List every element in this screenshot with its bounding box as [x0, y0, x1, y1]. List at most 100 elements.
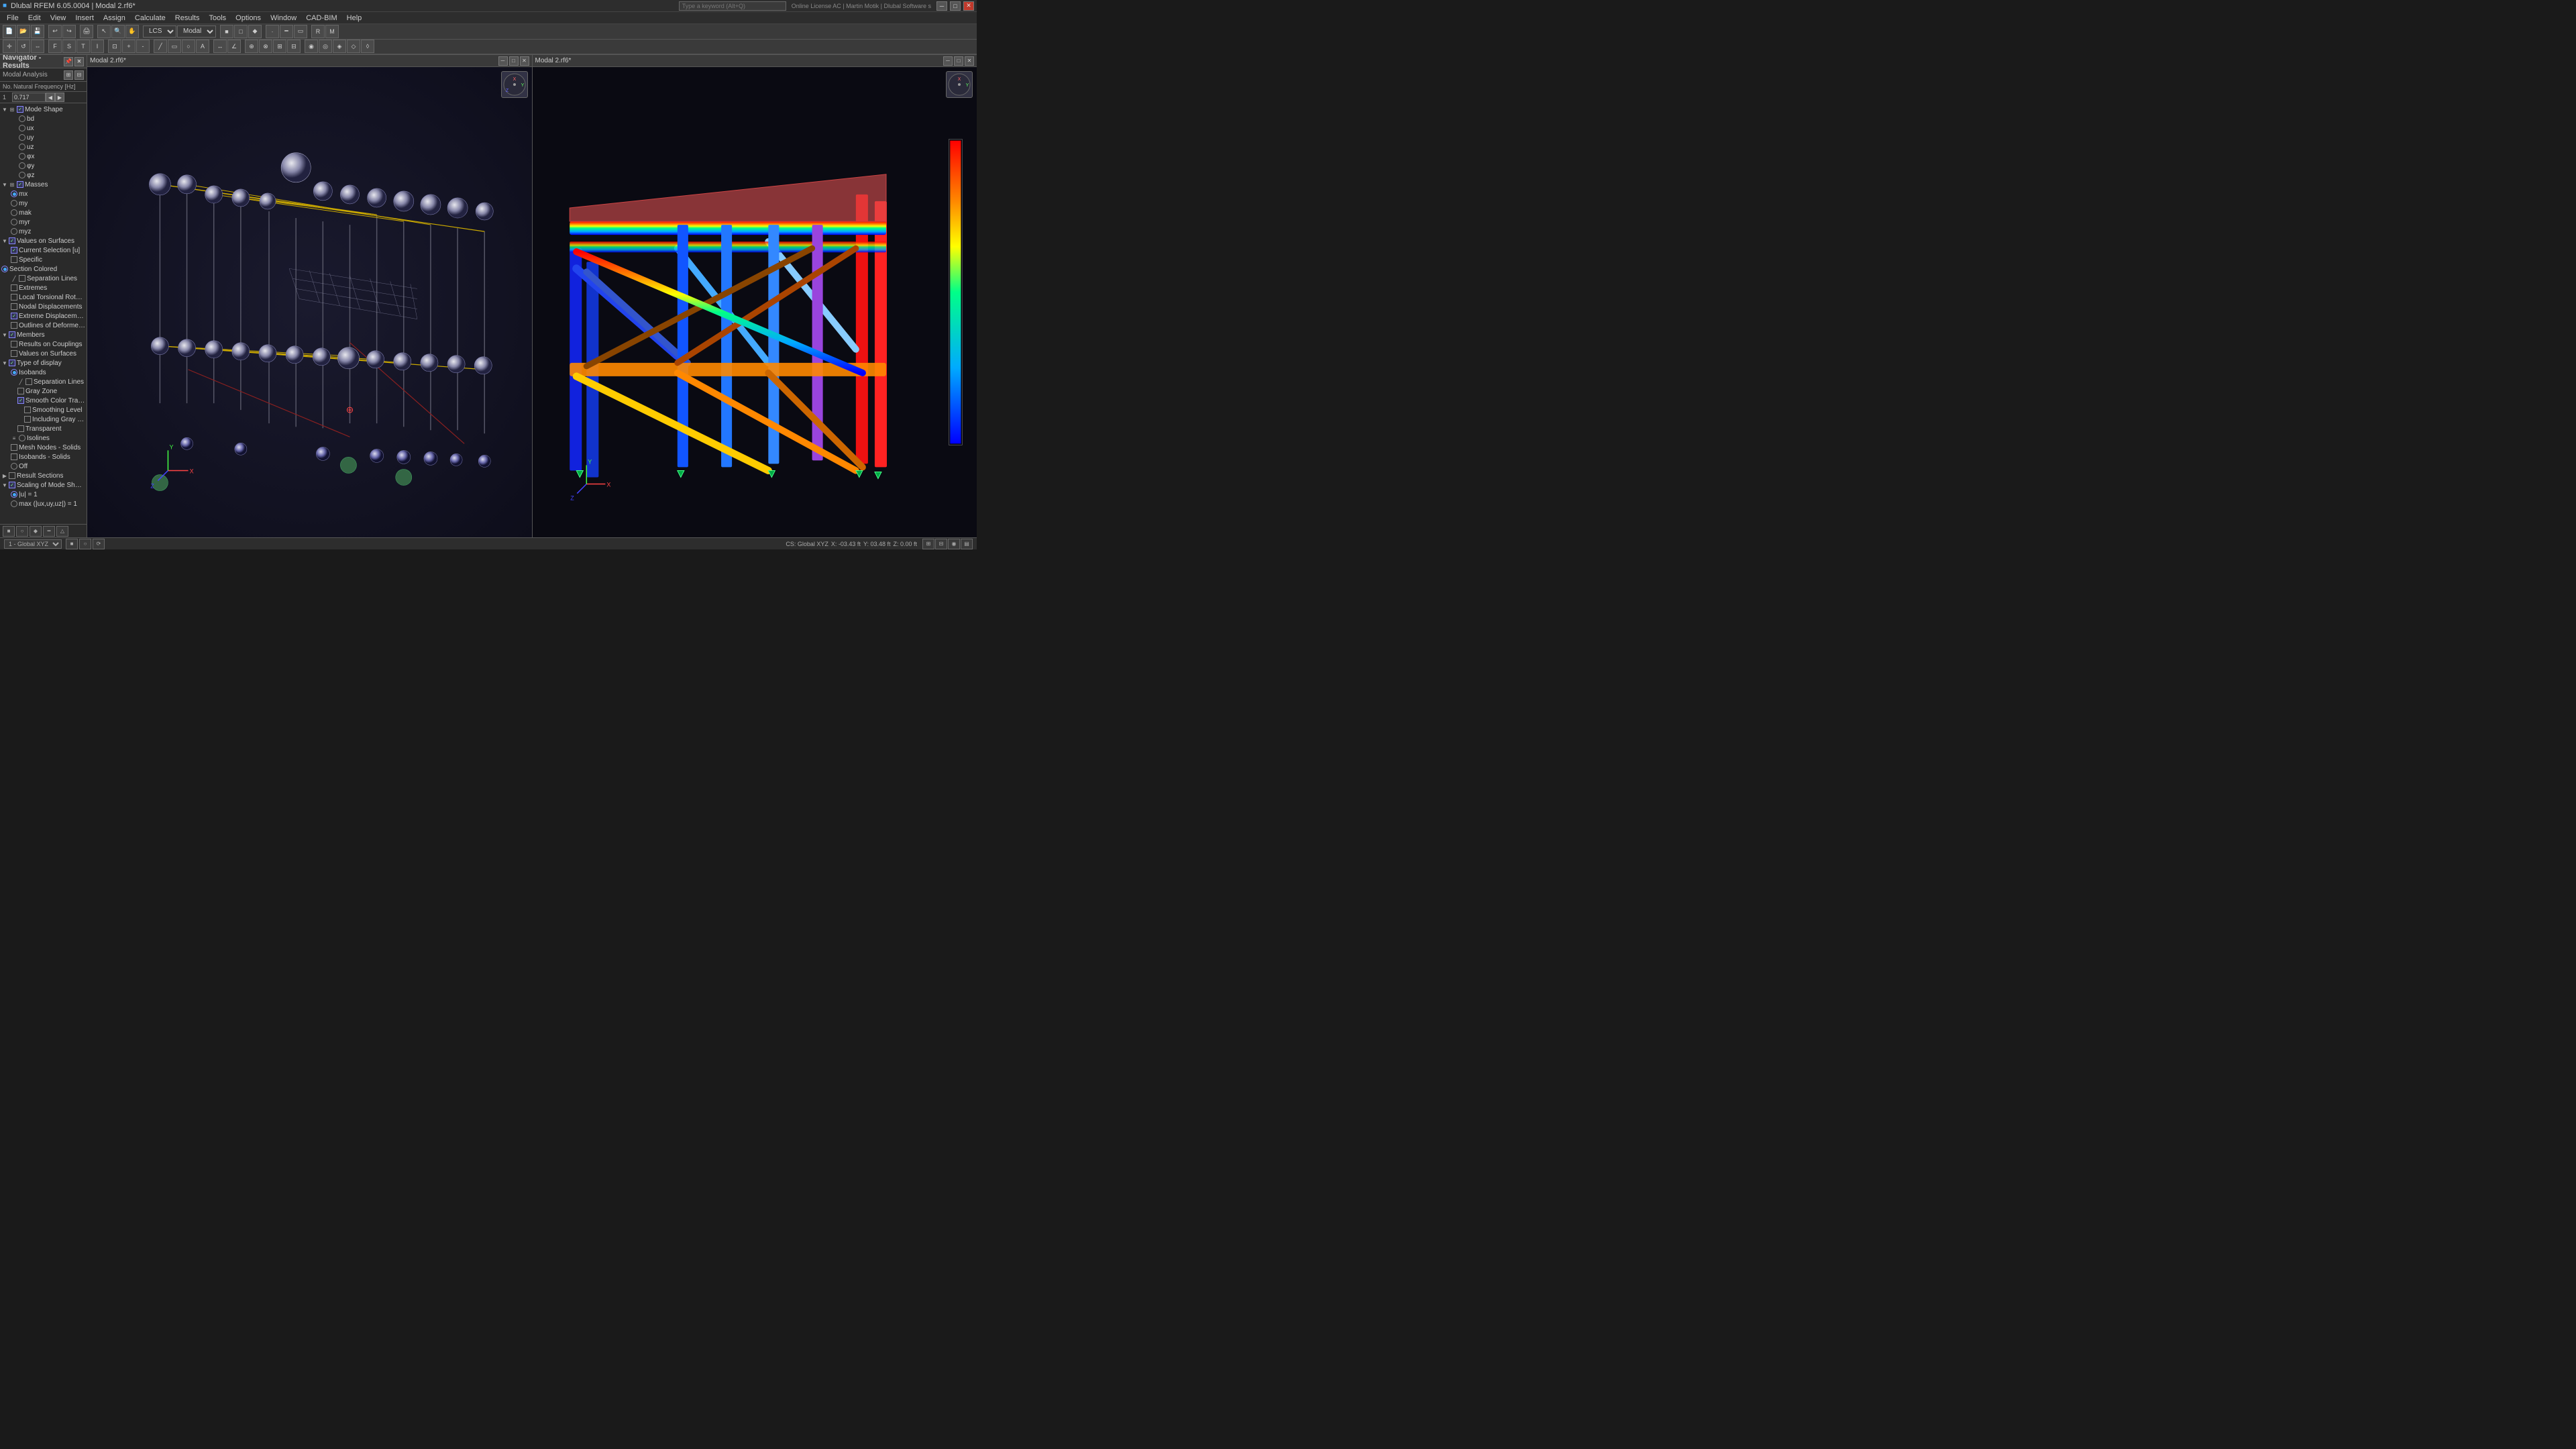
tree-uy[interactable]: uy	[0, 133, 87, 142]
tree-type-display[interactable]: ▼ ✓ Type of display	[0, 358, 87, 368]
cb-results-coup[interactable]	[11, 341, 17, 347]
tb-beam[interactable]: ━	[280, 25, 293, 38]
nav-prev[interactable]: ◀	[46, 93, 55, 102]
cb-transparent[interactable]	[17, 425, 24, 432]
minimize-button[interactable]: ─	[936, 1, 947, 11]
tb2-line[interactable]: ╱	[154, 40, 167, 53]
cb-cur-sel[interactable]: ✓	[11, 247, 17, 254]
left-viewport-canvas[interactable]: X Y Z X Y	[87, 67, 532, 537]
tree-result-sections[interactable]: ▶ Result Sections	[0, 471, 87, 480]
tree-gray-zone[interactable]: Gray Zone	[0, 386, 87, 396]
radio-mx[interactable]	[11, 191, 17, 197]
tb2-rotate[interactable]: ↺	[17, 40, 30, 53]
tb2-snap3[interactable]: ⊞	[273, 40, 286, 53]
tb2-angle[interactable]: ∠	[227, 40, 241, 53]
tb-zoom[interactable]: 🔍	[111, 25, 125, 38]
cb-sep1[interactable]	[19, 275, 25, 282]
tb2-snap5[interactable]: ◉	[305, 40, 318, 53]
cb-extreme-disp[interactable]: ✓	[11, 313, 17, 319]
tree-extremes[interactable]: Extremes	[0, 283, 87, 292]
radio-myz[interactable]	[11, 228, 17, 235]
radio-bd[interactable]	[19, 115, 25, 122]
menu-assign[interactable]: Assign	[99, 13, 129, 23]
tree-sep-lines2[interactable]: ╱ Separation Lines	[0, 377, 87, 386]
tb2-circle[interactable]: ○	[182, 40, 195, 53]
radio-isobands[interactable]	[11, 369, 17, 376]
tree-specific[interactable]: Specific	[0, 255, 87, 264]
tb2-snap8[interactable]: ◇	[347, 40, 360, 53]
tree-including-gray[interactable]: Including Gray Zo...	[0, 415, 87, 424]
radio-py[interactable]	[19, 162, 25, 169]
tb-solid[interactable]: ◆	[248, 25, 262, 38]
nav-bottom-icon3[interactable]: ◆	[30, 526, 42, 537]
status-right-icon3[interactable]: ◉	[948, 539, 960, 549]
tree-isolines[interactable]: ≡ Isolines	[0, 433, 87, 443]
tb-open[interactable]: 📂	[17, 25, 30, 38]
tb2-zoomin[interactable]: +	[122, 40, 136, 53]
cb-scaling[interactable]: ✓	[9, 482, 15, 488]
tree-ux[interactable]: ux	[0, 123, 87, 133]
nav-bottom-icon4[interactable]: ━	[43, 526, 55, 537]
cb-extremes[interactable]	[11, 284, 17, 291]
tb2-front[interactable]: F	[48, 40, 62, 53]
tb2-snap7[interactable]: ◈	[333, 40, 346, 53]
tree-scaling-mode[interactable]: ▼ ✓ Scaling of Mode Shapes	[0, 480, 87, 490]
radio-max-eq1[interactable]	[11, 500, 17, 507]
status-right-icon4[interactable]: ▤	[961, 539, 973, 549]
right-3d-canvas[interactable]: X Y Z X Y	[533, 67, 977, 537]
tb-new[interactable]: 📄	[3, 25, 16, 38]
tree-my[interactable]: my	[0, 199, 87, 208]
radio-myr[interactable]	[11, 219, 17, 225]
cb-nodal[interactable]	[11, 303, 17, 310]
nav-bottom-icon1[interactable]: ■	[3, 526, 15, 537]
tb2-dim[interactable]: ↔	[213, 40, 227, 53]
tree-extreme-disp[interactable]: ✓ Extreme Displacement	[0, 311, 87, 321]
nav-close[interactable]: ✕	[74, 57, 84, 66]
tb-save[interactable]: 💾	[31, 25, 44, 38]
cb-gray-zone[interactable]	[17, 388, 24, 394]
radio-px[interactable]	[19, 153, 25, 160]
tree-bd[interactable]: bd	[0, 114, 87, 123]
tree-members[interactable]: ▼ ✓ Members	[0, 330, 87, 339]
tree-outlines-deformed[interactable]: Outlines of Deformed Surf...	[0, 321, 87, 330]
tb-render[interactable]: ■	[220, 25, 233, 38]
tree-myr[interactable]: myr	[0, 217, 87, 227]
tb2-snap9[interactable]: ◊	[361, 40, 374, 53]
lcs-dropdown[interactable]: LCS	[143, 25, 176, 38]
tb2-text[interactable]: A	[196, 40, 209, 53]
tb-pan[interactable]: ✋	[125, 25, 139, 38]
menu-help[interactable]: Help	[343, 13, 366, 23]
menu-cadbim[interactable]: CAD-BIM	[302, 13, 341, 23]
menu-calculate[interactable]: Calculate	[131, 13, 170, 23]
vp-right-close[interactable]: ✕	[965, 56, 974, 66]
tree-px[interactable]: φx	[0, 152, 87, 161]
cb-specific[interactable]	[11, 256, 17, 263]
nav-pin[interactable]: 📌	[64, 57, 73, 66]
radio-uz[interactable]	[19, 144, 25, 150]
maximize-button[interactable]: □	[950, 1, 961, 11]
tree-local-torsional[interactable]: Local Torsional Rotatio...	[0, 292, 87, 302]
nav-collapse-all[interactable]: ⊟	[74, 70, 84, 80]
tb2-snap6[interactable]: ◎	[319, 40, 332, 53]
menu-view[interactable]: View	[46, 13, 70, 23]
tree-transparent[interactable]: Transparent	[0, 424, 87, 433]
status-right-icon2[interactable]: ⊟	[935, 539, 947, 549]
tree-sep-lines1[interactable]: ╱ Separation Lines	[0, 274, 87, 283]
radio-mak[interactable]	[11, 209, 17, 216]
tree-mx[interactable]: mx	[0, 189, 87, 199]
cb-members[interactable]: ✓	[9, 331, 15, 338]
menu-window[interactable]: Window	[266, 13, 301, 23]
tree-smoothing-level[interactable]: Smoothing Level	[0, 405, 87, 415]
radio-uy[interactable]	[19, 134, 25, 141]
menu-edit[interactable]: Edit	[24, 13, 45, 23]
tb2-snap2[interactable]: ⊗	[259, 40, 272, 53]
vp-right-minimize[interactable]: ─	[943, 56, 953, 66]
tree-current-sel[interactable]: ✓ Current Selection [u]	[0, 246, 87, 255]
radio-my[interactable]	[11, 200, 17, 207]
cb-vs2[interactable]	[11, 350, 17, 357]
tb-wireframe[interactable]: □	[234, 25, 248, 38]
tree-mesh-nodes-solids[interactable]: Mesh Nodes - Solids	[0, 443, 87, 452]
modal-dropdown[interactable]: Modal	[177, 25, 216, 38]
cb-outlines[interactable]	[11, 322, 17, 329]
cb-smooth[interactable]: ✓	[17, 397, 24, 404]
